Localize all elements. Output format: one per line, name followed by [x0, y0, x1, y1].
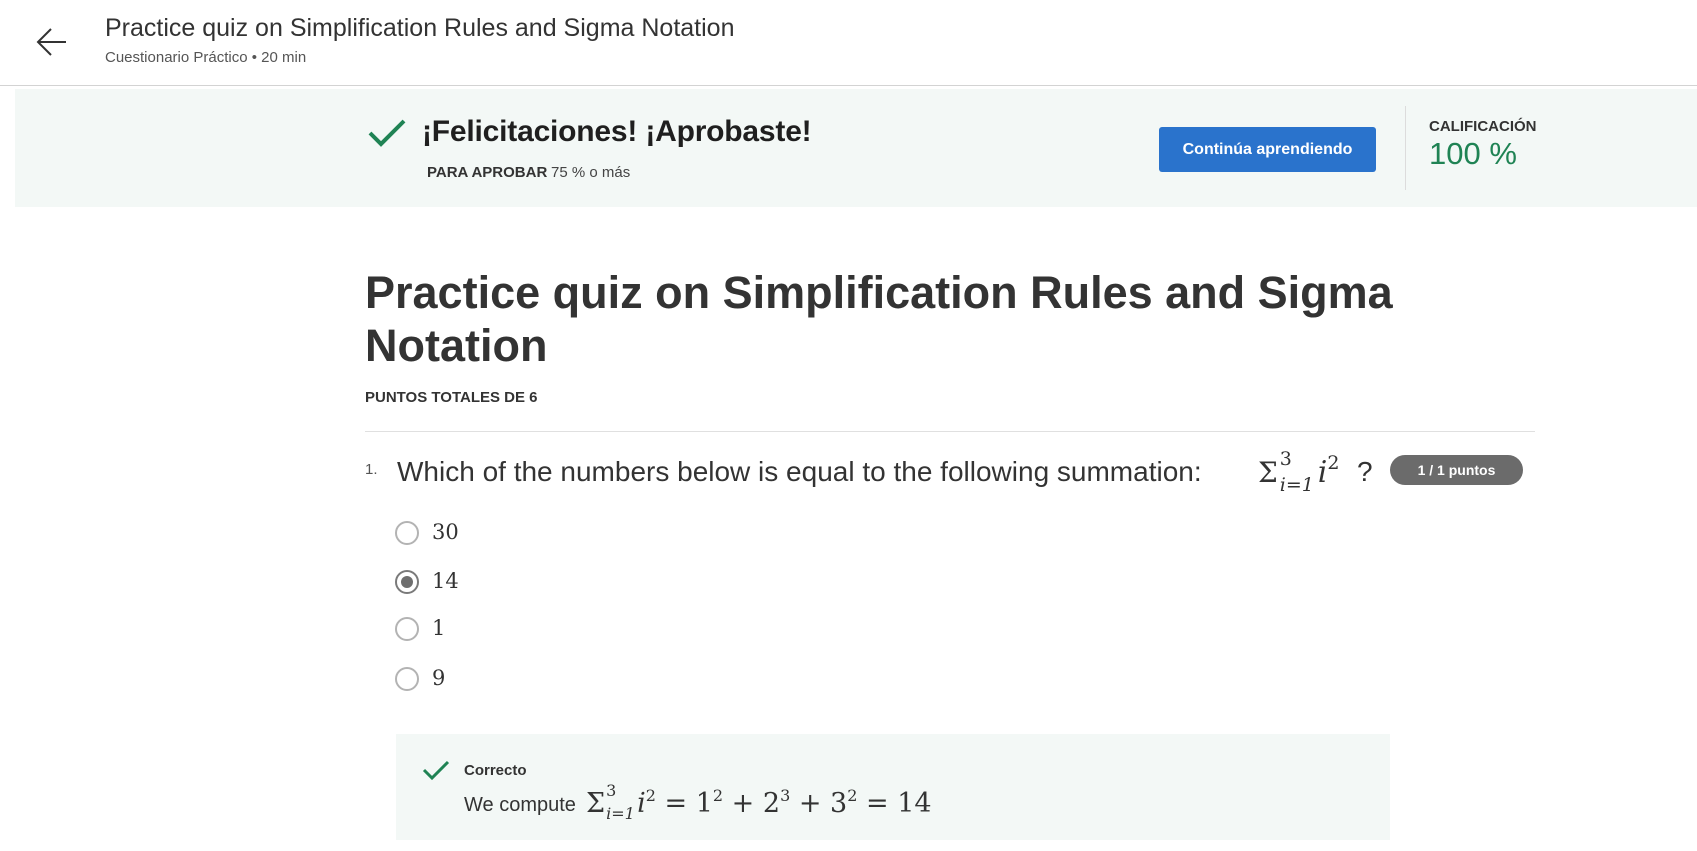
answer-option[interactable]: 9 — [395, 663, 795, 697]
summation-upper-bound: 3 — [1279, 448, 1292, 470]
total-points: PUNTOS TOTALES DE 6 — [365, 389, 538, 406]
question-mark: ? — [1357, 456, 1373, 487]
answer-feedback: Correcto We compute Σ 3 i=1 i2 = 12 + 23 + … — [396, 734, 1390, 840]
summation-variable: i — [637, 788, 646, 819]
equation-term: + 3 — [790, 788, 848, 819]
grade-label: CALIFICACIÓN — [1429, 118, 1537, 135]
summation-variable: i — [1317, 455, 1328, 490]
check-icon — [368, 119, 406, 147]
answer-option[interactable]: 1 — [395, 613, 795, 647]
summation-lower-bound: i=1 — [1279, 474, 1314, 496]
answer-option-label: 1 — [432, 616, 446, 640]
pass-threshold-label: PARA APROBAR — [427, 164, 548, 181]
result-banner: ¡Felicitaciones! ¡Aprobaste! PARA APROBA… — [15, 89, 1697, 207]
radio-button[interactable] — [395, 521, 419, 545]
question-text: Which of the numbers below is equal to t… — [397, 456, 1202, 487]
arrow-left-icon — [36, 28, 66, 56]
equation-exponent: 3 — [780, 786, 791, 805]
radio-button[interactable] — [395, 617, 419, 641]
summation-exponent: 2 — [645, 786, 656, 805]
sigma-symbol: Σ — [1258, 456, 1278, 489]
top-header: Practice quiz on Simplification Rules an… — [0, 0, 1697, 86]
pass-message: ¡Felicitaciones! ¡Aprobaste! — [422, 115, 812, 148]
answer-option-label: 9 — [432, 666, 446, 690]
divider — [365, 431, 1535, 432]
divider — [1405, 106, 1406, 190]
quiz-title: Practice quiz on Simplification Rules an… — [365, 267, 1393, 371]
feedback-title: Correcto — [464, 762, 527, 779]
equation-term: = 1 — [664, 788, 713, 819]
grade-value: 100 % — [1429, 136, 1517, 171]
equation-result: = 14 — [857, 788, 932, 819]
back-button[interactable] — [30, 20, 74, 64]
feedback-equation: Σ 3 i=1 i2 = 12 + 23 + 32 = 14 — [586, 781, 932, 823]
feedback-text: We compute — [464, 794, 576, 816]
question-number: 1. — [365, 461, 378, 478]
summation-exponent: 2 — [1327, 452, 1340, 474]
answer-option[interactable]: 30 — [395, 517, 795, 551]
equation-exponent: 2 — [712, 786, 724, 805]
continue-learning-button[interactable]: Continúa aprendiendo — [1159, 127, 1376, 172]
answer-option-label: 14 — [432, 569, 459, 593]
answer-option-label: 30 — [432, 520, 459, 544]
equation-exponent: 2 — [847, 786, 858, 805]
sigma-symbol: Σ — [586, 788, 606, 819]
radio-button[interactable] — [395, 667, 419, 691]
check-icon — [422, 760, 450, 781]
points-badge: 1 / 1 puntos — [1390, 455, 1523, 485]
pass-threshold-value: 75 % o más — [551, 164, 631, 181]
summation-lower-bound: i=1 — [606, 804, 635, 823]
answer-option[interactable]: 14 — [395, 566, 795, 600]
course-item-subtitle: Cuestionario Práctico • 20 min — [105, 49, 307, 66]
radio-button-selected[interactable] — [395, 570, 419, 594]
summation-upper-bound: 3 — [606, 781, 617, 800]
question-summation: Σ 3 i=1 i2 — [1258, 448, 1340, 496]
course-item-title: Practice quiz on Simplification Rules an… — [105, 14, 735, 42]
equation-term: + 2 — [723, 788, 781, 819]
